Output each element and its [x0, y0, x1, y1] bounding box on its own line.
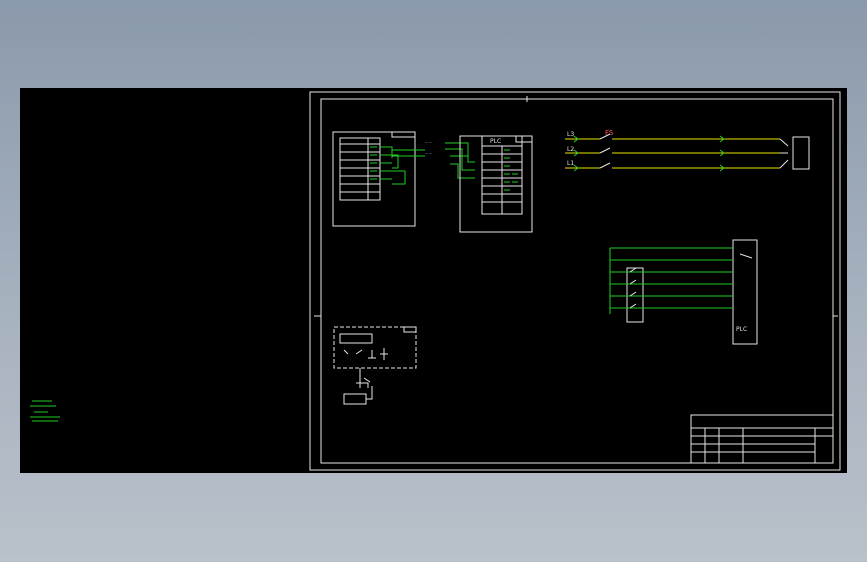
phase-l2: L2: [567, 146, 574, 153]
svg-text:― ―: ― ―: [425, 140, 432, 144]
title-block: [690, 414, 834, 464]
panel-to-plc-wiring: ― ― ― ―: [380, 140, 475, 185]
power-circuit: L3 L2 L1 FS: [565, 129, 810, 172]
cad-viewport[interactable]: ― ― ― ― PLC L3 L2 L1 FS PLC: [20, 88, 847, 473]
small-box: [333, 326, 417, 405]
plc-title: PLC: [490, 138, 501, 145]
svg-text:― ―: ― ―: [425, 151, 432, 155]
left-note: [30, 400, 60, 422]
plc-io-label: PLC: [736, 326, 747, 333]
phase-l1: L1: [567, 160, 574, 167]
plc-io-ladder: PLC: [609, 239, 758, 345]
plc-box: PLC: [459, 135, 533, 233]
control-panel-box: [332, 131, 416, 227]
phase-l3: L3: [567, 131, 574, 138]
sheet-outer-border: [309, 91, 841, 471]
electrical-schematic: ― ― ― ― PLC L3 L2 L1 FS PLC: [30, 91, 841, 471]
motor-box: [792, 136, 810, 170]
